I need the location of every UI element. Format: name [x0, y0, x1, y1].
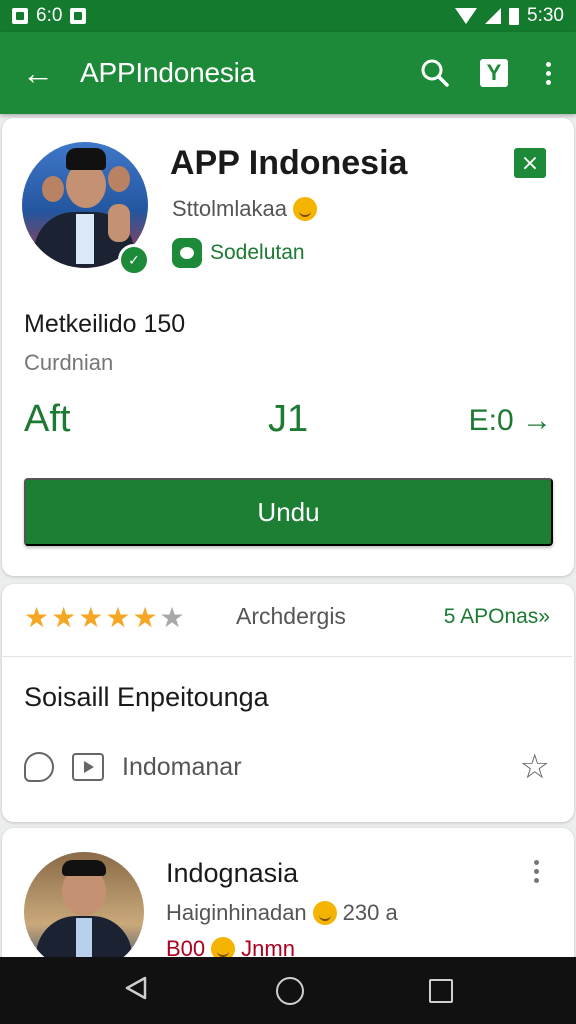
person-avatar — [24, 852, 144, 972]
nav-back-icon[interactable] — [123, 974, 151, 1007]
nav-recents-icon[interactable] — [429, 978, 454, 1003]
filter-badge-icon[interactable]: Y — [480, 59, 508, 87]
status-bar: 6:0 5:30 — [0, 0, 576, 32]
action-row: Indomanar — [24, 752, 242, 782]
app-tag[interactable]: Sodelutan — [172, 238, 305, 268]
rating-label: Archdergis — [236, 603, 346, 629]
verified-check-icon: ✓ — [118, 244, 150, 276]
download-button[interactable]: Undu — [24, 478, 553, 546]
app-subtitle: Sttolmlakaa — [172, 196, 317, 222]
search-icon[interactable] — [420, 58, 450, 88]
rating-link[interactable]: 5 APOnas» — [444, 605, 550, 629]
video-icon[interactable] — [72, 753, 104, 781]
arrow-back-icon[interactable]: ← — [18, 57, 58, 89]
person-subtitle: Haiginhinadan 230 a — [166, 900, 398, 926]
signal-icon — [485, 8, 502, 24]
battery-icon — [509, 7, 520, 25]
page-title: APPIndonesia — [80, 57, 256, 88]
rating-stars: ★ ★ ★ ★ ★ ★ — [24, 604, 185, 632]
chat-icon — [172, 238, 202, 268]
favorite-star-icon[interactable]: ☆ — [520, 750, 550, 784]
person-subtitle-extra: 230 a — [342, 900, 398, 925]
app-stats: Aft J1 E:0 → — [24, 398, 552, 442]
divider — [0, 656, 572, 657]
star-filled-icon: ★ — [51, 602, 77, 633]
star-filled-icon: ★ — [78, 602, 104, 633]
stat-3[interactable]: E:0 → — [469, 404, 552, 438]
app-meta-primary: Metkeilido 150 — [24, 310, 186, 338]
person-subtitle-text: Haiginhinadan — [166, 900, 307, 925]
share-icon[interactable] — [24, 752, 54, 782]
action-label[interactable]: Indomanar — [122, 753, 242, 782]
stat-2: J1 — [268, 398, 309, 440]
star-half-icon: ★ — [132, 602, 158, 633]
status-time-left: 6:0 — [36, 5, 63, 26]
status-time-right: 5:30 — [527, 5, 564, 26]
notification-icon-2 — [70, 8, 87, 24]
open-external-icon[interactable]: ⨯ — [514, 148, 546, 178]
more-vert-icon[interactable] — [526, 860, 546, 883]
more-vert-icon[interactable] — [538, 61, 558, 85]
section-title: Soisaill Enpeitounga — [24, 682, 269, 712]
system-nav-bar — [0, 957, 576, 1024]
star-empty-icon: ★ — [159, 602, 185, 633]
app-subtitle-text: Sttolmlakaa — [172, 196, 287, 221]
app-meta-secondary: Curdnian — [24, 350, 114, 375]
emoji-icon — [292, 197, 317, 221]
star-filled-icon: ★ — [24, 602, 50, 633]
person-name: Indognasia — [166, 858, 299, 888]
app-tag-text: Sodelutan — [210, 241, 305, 264]
notification-icon — [12, 8, 28, 24]
emoji-icon — [312, 901, 337, 925]
stat-1: Aft — [24, 398, 71, 440]
nav-home-icon[interactable] — [275, 976, 304, 1005]
wifi-icon — [455, 8, 478, 24]
star-filled-icon: ★ — [105, 602, 131, 633]
app-bar: ← APPIndonesia Y — [0, 32, 576, 114]
app-name: APP Indonesia — [170, 144, 408, 182]
